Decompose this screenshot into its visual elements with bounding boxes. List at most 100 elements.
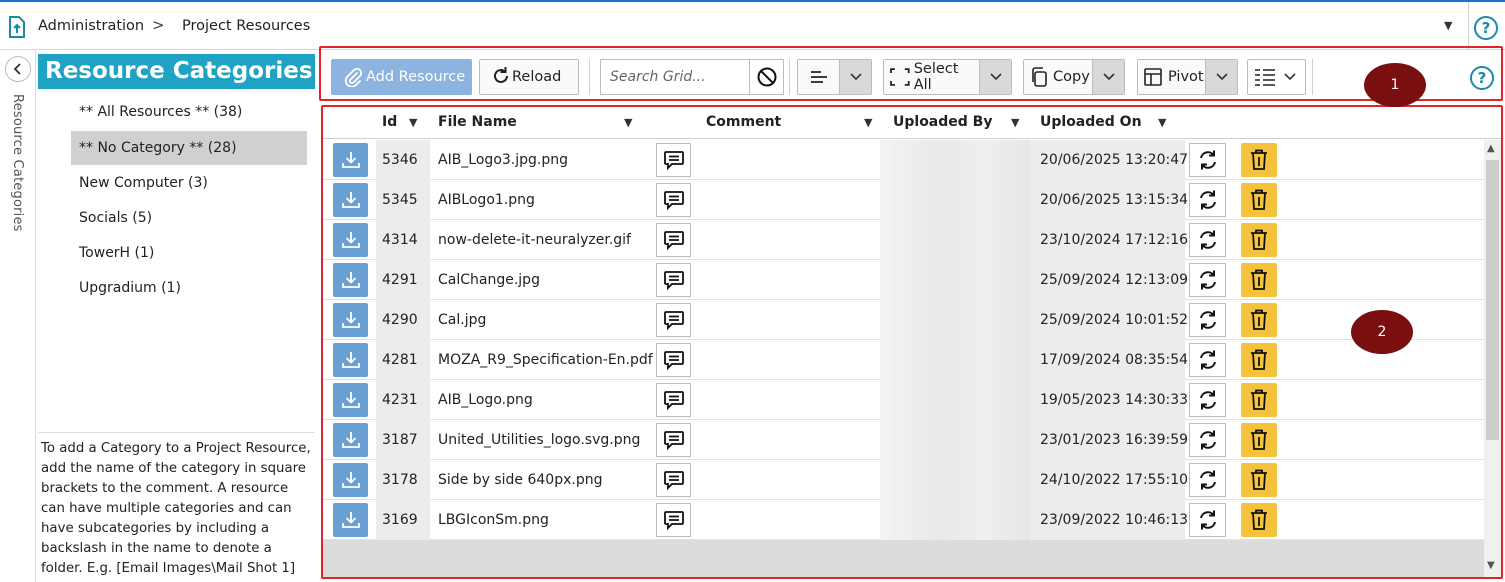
align-dropdown-button[interactable]: [839, 60, 871, 94]
comment-button[interactable]: [656, 183, 691, 217]
comment-button[interactable]: [656, 303, 691, 337]
replace-file-button[interactable]: [1189, 263, 1226, 297]
grid-vertical-scrollbar[interactable]: ▲ ▼: [1484, 140, 1501, 577]
table-row[interactable]: 4281 MOZA_R9_Specification-En.pdf 17/09/…: [323, 340, 1484, 380]
header-help-icon[interactable]: ?: [1474, 16, 1498, 40]
filter-icon: ▼: [864, 116, 873, 129]
search-grid-input[interactable]: [601, 60, 749, 94]
column-header-uploaded-by[interactable]: Uploaded By ▼: [893, 114, 1019, 130]
filter-icon[interactable]: ▼: [1011, 116, 1019, 129]
column-header-id[interactable]: Id ▼: [382, 114, 417, 130]
columns-button[interactable]: [1247, 59, 1306, 95]
copy-dropdown-button[interactable]: [1092, 60, 1124, 94]
table-row[interactable]: 4291 CalChange.jpg 25/09/2024 12:13:09: [323, 260, 1484, 300]
search-box: [600, 59, 784, 95]
download-button[interactable]: [333, 143, 368, 177]
delete-button[interactable]: [1241, 463, 1277, 497]
delete-button[interactable]: [1241, 423, 1277, 457]
scrollbar-thumb[interactable]: [1486, 160, 1499, 440]
download-button[interactable]: [333, 223, 368, 257]
table-row[interactable]: 4314 now-delete-it-neuralyzer.gif 23/10/…: [323, 220, 1484, 260]
comment-button[interactable]: [656, 223, 691, 257]
align-button[interactable]: [798, 60, 840, 94]
breadcrumb-project-resources[interactable]: Project Resources: [182, 18, 310, 34]
delete-button[interactable]: [1241, 343, 1277, 377]
download-button[interactable]: [333, 463, 368, 497]
download-button[interactable]: [333, 183, 368, 217]
table-row[interactable]: 3187 United_Utilities_logo.svg.png 23/01…: [323, 420, 1484, 460]
column-header-file-name[interactable]: File Name: [438, 114, 517, 130]
delete-button[interactable]: [1241, 223, 1277, 257]
category-item-new-computer[interactable]: New Computer (3): [71, 166, 307, 200]
download-button[interactable]: [333, 343, 368, 377]
table-row[interactable]: 5345 AIBLogo1.png 20/06/2025 13:15:34: [323, 180, 1484, 220]
add-resource-button[interactable]: Add Resource: [331, 59, 472, 95]
table-row[interactable]: 5346 AIB_Logo3.jpg.png 20/06/2025 13:20:…: [323, 140, 1484, 180]
replace-file-button[interactable]: [1189, 463, 1226, 497]
comment-icon: [663, 511, 684, 530]
sidebar-vertical-label[interactable]: Resource Categories: [10, 94, 25, 232]
replace-file-button[interactable]: [1189, 143, 1226, 177]
comment-button[interactable]: [656, 423, 691, 457]
cell-uploaded-by-redacted: [880, 140, 1030, 180]
table-row[interactable]: 4231 AIB_Logo.png 19/05/2023 14:30:33: [323, 380, 1484, 420]
comment-button[interactable]: [656, 343, 691, 377]
breadcrumb-administration[interactable]: Administration: [38, 18, 144, 34]
download-button[interactable]: [333, 303, 368, 337]
chevron-down-icon: [989, 73, 1002, 81]
category-item-no-category[interactable]: ** No Category ** (28): [71, 131, 307, 165]
table-row[interactable]: 3169 LBGIconSm.png 23/09/2022 10:46:13: [323, 500, 1484, 540]
collapse-sidebar-button[interactable]: [5, 56, 31, 82]
pivot-dropdown-button[interactable]: [1205, 60, 1237, 94]
download-button[interactable]: [333, 503, 368, 537]
download-button[interactable]: [333, 263, 368, 297]
replace-file-button[interactable]: [1189, 503, 1226, 537]
copy-icon: [1032, 67, 1047, 87]
replace-file-button[interactable]: [1189, 223, 1226, 257]
column-header-id-label: Id: [382, 114, 398, 130]
reload-button[interactable]: Reload: [479, 59, 579, 95]
replace-file-button[interactable]: [1189, 423, 1226, 457]
comment-button[interactable]: [656, 143, 691, 177]
delete-button[interactable]: [1241, 503, 1277, 537]
header-dropdown-icon[interactable]: ▼: [1444, 19, 1452, 32]
table-row[interactable]: 3178 Side by side 640px.png 24/10/2022 1…: [323, 460, 1484, 500]
comment-button[interactable]: [656, 503, 691, 537]
cell-id: 4314: [376, 220, 430, 260]
scroll-up-icon[interactable]: ▲: [1487, 143, 1495, 154]
column-header-uploaded-on[interactable]: Uploaded On ▼: [1040, 114, 1166, 130]
replace-file-button[interactable]: [1189, 183, 1226, 217]
column-header-comment[interactable]: Comment: [706, 114, 781, 130]
delete-button[interactable]: [1241, 143, 1277, 177]
category-item-towerh[interactable]: TowerH (1): [71, 236, 307, 270]
scroll-down-icon[interactable]: ▼: [1487, 560, 1495, 571]
cell-uploaded-on: 25/09/2024 10:01:52: [1030, 300, 1188, 340]
replace-file-button[interactable]: [1189, 303, 1226, 337]
clear-search-button[interactable]: [749, 60, 784, 94]
select-all-dropdown-button[interactable]: [979, 60, 1011, 94]
comment-button[interactable]: [656, 263, 691, 297]
toolbar-help-icon[interactable]: ?: [1470, 66, 1494, 90]
category-item-socials[interactable]: Socials (5): [71, 201, 307, 235]
download-button[interactable]: [333, 423, 368, 457]
table-row[interactable]: 4290 Cal.jpg 25/09/2024 10:01:52: [323, 300, 1484, 340]
download-button[interactable]: [333, 383, 368, 417]
align-left-icon: [811, 71, 827, 83]
delete-button[interactable]: [1241, 183, 1277, 217]
category-item-all-resources[interactable]: ** All Resources ** (38): [71, 95, 307, 129]
toolbar-divider: [1312, 59, 1313, 95]
delete-button[interactable]: [1241, 303, 1277, 337]
replace-file-button[interactable]: [1189, 343, 1226, 377]
replace-file-button[interactable]: [1189, 383, 1226, 417]
category-item-upgradium[interactable]: Upgradium (1): [71, 271, 307, 305]
pivot-button[interactable]: Pivot: [1138, 60, 1207, 94]
filter-icon[interactable]: ▼: [409, 116, 417, 129]
copy-button[interactable]: Copy: [1024, 60, 1094, 94]
delete-button[interactable]: [1241, 383, 1277, 417]
comment-button[interactable]: [656, 463, 691, 497]
filter-icon[interactable]: ▼: [1158, 116, 1166, 129]
select-all-button[interactable]: Select All: [884, 60, 980, 94]
delete-button[interactable]: [1241, 263, 1277, 297]
download-icon: [341, 352, 360, 368]
comment-button[interactable]: [656, 383, 691, 417]
